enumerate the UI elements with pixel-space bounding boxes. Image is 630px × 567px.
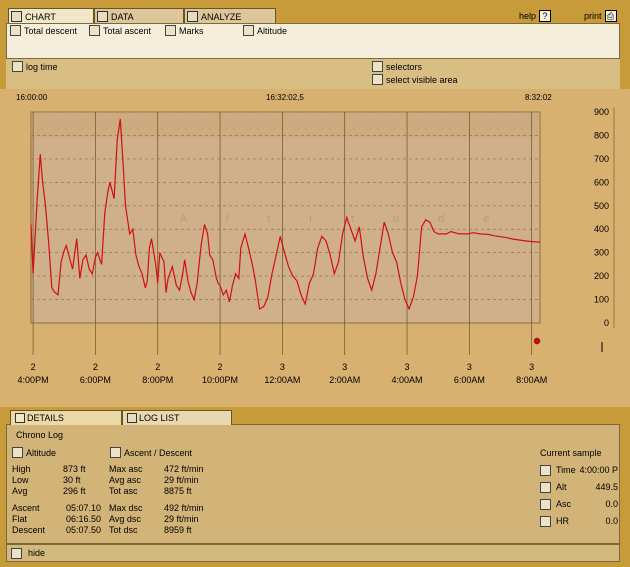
stat-label: Tot dsc bbox=[109, 525, 138, 535]
stat-label: Descent bbox=[12, 525, 46, 535]
y-tick-label: 500 bbox=[594, 201, 609, 211]
stat-label: Max asc bbox=[109, 464, 143, 474]
y-tick-label: 200 bbox=[594, 271, 609, 281]
x-tick-day: 3 bbox=[280, 362, 285, 372]
chart-watermark: A l t i t u d e bbox=[180, 213, 507, 225]
y-tick-label: 0 bbox=[604, 318, 609, 328]
y-tick-label: 100 bbox=[594, 295, 609, 305]
y-tick-label: 400 bbox=[594, 224, 609, 234]
stat-label: Ascent bbox=[12, 503, 40, 513]
stat-value: 30 ft bbox=[63, 475, 81, 485]
stat-label: Max dsc bbox=[109, 503, 143, 513]
stat-value: 472 ft/min bbox=[164, 464, 204, 474]
chrono-log-title: Chrono Log bbox=[16, 430, 64, 440]
stat-label: Low bbox=[12, 475, 29, 485]
x-tick-day: 3 bbox=[529, 362, 534, 372]
ascent-descent-section: Ascent / Descent bbox=[110, 447, 192, 458]
stat-value: 05:07.10 bbox=[66, 503, 102, 513]
x-tick-day: 3 bbox=[467, 362, 472, 372]
stat-label: Flat bbox=[12, 514, 28, 524]
x-tick-day: 2 bbox=[155, 362, 160, 372]
x-tick-day: 2 bbox=[218, 362, 223, 372]
x-tick-label: 6:00AM bbox=[454, 375, 485, 385]
stat-value: 8959 ft bbox=[164, 525, 192, 535]
sample-alt-icon bbox=[540, 482, 551, 493]
x-tick-label: 10:00PM bbox=[202, 375, 238, 385]
plot-shade bbox=[31, 112, 540, 137]
sample-value: 0.0 bbox=[605, 499, 618, 509]
sample-value: 449.5 bbox=[595, 482, 618, 492]
log-list-icon bbox=[127, 413, 137, 423]
x-tick-label: 12:00AM bbox=[264, 375, 300, 385]
stat-value: 296 ft bbox=[63, 486, 86, 496]
x-tick-day: 2 bbox=[31, 362, 36, 372]
current-sample-title: Current sample bbox=[540, 448, 602, 458]
stat-value: 06:16.50 bbox=[66, 514, 102, 524]
tab-log-list[interactable]: LOG LIST bbox=[122, 410, 232, 425]
x-tick-day: 3 bbox=[405, 362, 410, 372]
sample-hr-icon bbox=[540, 516, 551, 527]
stat-value: 8875 ft bbox=[164, 486, 192, 496]
sample-label: Alt bbox=[556, 482, 567, 492]
x-tick-label: 8:00PM bbox=[142, 375, 173, 385]
stat-label: Tot asc bbox=[109, 486, 138, 496]
sample-label: Time bbox=[556, 465, 576, 475]
end-marker-dot bbox=[533, 337, 541, 345]
tab-details[interactable]: DETAILS bbox=[10, 410, 122, 425]
ascent-descent-icon bbox=[110, 447, 121, 458]
altitude-icon bbox=[12, 447, 23, 458]
stat-value: 29 ft/min bbox=[164, 514, 199, 524]
x-tick-day: 2 bbox=[93, 362, 98, 372]
sample-time-icon bbox=[540, 465, 551, 476]
altitude-section: Altitude bbox=[12, 447, 56, 458]
stat-value: 29 ft/min bbox=[164, 475, 199, 485]
hide-icon bbox=[11, 547, 22, 559]
hide-bar[interactable]: hide bbox=[6, 544, 620, 562]
sample-label: HR bbox=[556, 516, 569, 526]
stat-label: Avg bbox=[12, 486, 28, 496]
sample-value: 0.0 bbox=[605, 516, 618, 526]
stat-value: 05:07.50 bbox=[66, 525, 102, 535]
stat-label: High bbox=[12, 464, 31, 474]
stat-label: Avg dsc bbox=[109, 514, 141, 524]
y-tick-label: 900 bbox=[594, 107, 609, 117]
x-tick-label: 4:00PM bbox=[18, 375, 49, 385]
x-tick-label: 2:00AM bbox=[329, 375, 360, 385]
stat-value: 492 ft/min bbox=[164, 503, 204, 513]
y-tick-label: 700 bbox=[594, 154, 609, 164]
x-tick-label: 6:00PM bbox=[80, 375, 111, 385]
sample-label: Asc bbox=[556, 499, 572, 509]
y-tick-label: 600 bbox=[594, 177, 609, 187]
x-tick-label: 8:00AM bbox=[516, 375, 547, 385]
details-icon bbox=[15, 413, 25, 423]
altitude-chart[interactable]: 900 800 700 600 500 400 300 200 100 0 2 4:00PM 2 6:00… bbox=[0, 0, 630, 407]
x-tick-day: 3 bbox=[342, 362, 347, 372]
stat-value: 873 ft bbox=[63, 464, 86, 474]
stat-label: Avg asc bbox=[109, 475, 141, 485]
y-tick-label: 300 bbox=[594, 248, 609, 258]
y-tick-label: 800 bbox=[594, 130, 609, 140]
sample-value: 4:00:00 P bbox=[579, 465, 618, 475]
sample-asc-icon bbox=[540, 499, 551, 510]
x-tick-label: 4:00AM bbox=[392, 375, 423, 385]
